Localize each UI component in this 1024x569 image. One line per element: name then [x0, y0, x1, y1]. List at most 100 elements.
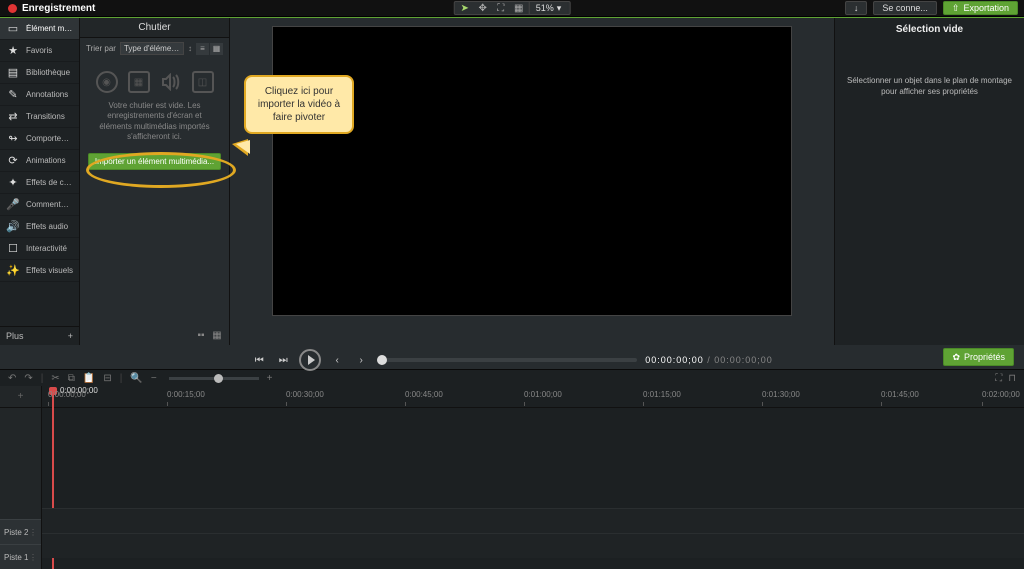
sidebar-item-label: Animations	[26, 156, 66, 165]
top-toolbar: Enregistrement ➤ ✥ ⛶ ▦ 51% ▾ ↓ Se conne.…	[0, 0, 1024, 17]
audio-type-icon	[160, 71, 182, 93]
track-header[interactable]: Piste 2⋮	[0, 519, 41, 544]
timeline-ruler[interactable]: 0:00:00;00 0:00:00;00 0:00:15;00 0:00:30…	[42, 386, 1024, 408]
sidebar-item-label: Élément multim...	[26, 24, 73, 33]
add-button[interactable]: +	[68, 331, 73, 341]
sort-direction-icon[interactable]: ↕	[188, 44, 192, 53]
plus-icon[interactable]: +	[267, 373, 273, 384]
step-forward-button[interactable]: ›	[353, 352, 369, 368]
video-type-icon: ▦	[128, 71, 150, 93]
track-label: Piste 2	[4, 528, 28, 537]
media-bin-footer: ▪▪ ▦	[80, 325, 229, 345]
sidebar-item-audio-effects[interactable]: 🔊Effets audio	[0, 216, 79, 238]
undo-icon[interactable]: ↶	[8, 373, 16, 384]
prev-frame-button[interactable]: ⏮	[251, 352, 267, 368]
track-label: Piste 1	[4, 553, 28, 562]
download-button[interactable]: ↓	[845, 1, 868, 15]
sidebar-item-visual-effects[interactable]: ✨Effets visuels	[0, 260, 79, 282]
media-bin-title: Chutier	[80, 18, 229, 38]
resize-icon[interactable]: ⛶	[995, 373, 1002, 384]
crop-tool-icon[interactable]: ⛶	[493, 2, 509, 14]
track-row[interactable]	[42, 508, 1024, 533]
tracks-container	[42, 408, 1024, 558]
sidebar-item-label: Favoris	[26, 46, 52, 55]
sidebar-item-annotations[interactable]: ✎Annotations	[0, 84, 79, 106]
sidebar-item-label: Effets visuels	[26, 266, 73, 275]
minus-icon[interactable]: −	[151, 373, 157, 384]
canvas-scrubber[interactable]	[377, 358, 637, 362]
thumbnail-size-icon[interactable]: ▦	[211, 329, 223, 341]
pan-tool-icon[interactable]: ▦	[511, 2, 527, 14]
timeline-panel: ↶ ↷ | ✂ ⧉ 📋 ⊟ | 🔍 − + ⛶ ⊓ + Piste 2⋮ Pis…	[0, 369, 1024, 569]
download-icon: ↓	[854, 3, 859, 13]
track-options-icon[interactable]: ⋮	[29, 528, 37, 537]
sidebar-item-behaviors[interactable]: ↬ Comportements	[0, 128, 79, 150]
behavior-icon: ↬	[6, 133, 20, 145]
sidebar-item-label: Effets audio	[26, 222, 68, 231]
hand-tool-icon[interactable]: ✥	[475, 2, 491, 14]
more-label[interactable]: Plus	[6, 331, 24, 341]
sidebar-item-label: Transitions	[26, 112, 65, 121]
sidebar-item-favorites[interactable]: ★Favoris	[0, 40, 79, 62]
top-right-controls: ↓ Se conne... ⇧ Exportation	[845, 1, 1024, 15]
sidebar-item-animations[interactable]: ⟳ Animations	[0, 150, 79, 172]
thumbnail-size-icon[interactable]: ▪▪	[195, 329, 207, 341]
ruler-tick: 0:01:45;00	[881, 390, 919, 399]
zoom-select[interactable]: 51% ▾	[529, 2, 568, 14]
sidebar-item-interactivity[interactable]: ☐Interactivité	[0, 238, 79, 260]
record-button[interactable]: Enregistrement	[0, 3, 103, 14]
copy-icon[interactable]: ⧉	[68, 373, 75, 384]
timeline-zoom-slider[interactable]	[169, 377, 259, 380]
properties-title: Sélection vide	[896, 24, 963, 35]
add-track-button[interactable]: +	[0, 386, 41, 408]
empty-track-space	[42, 408, 1024, 508]
play-button[interactable]	[299, 349, 321, 371]
left-sidebar: ▭ Élément multim... ★Favoris ▤Bibliothèqu…	[0, 18, 80, 345]
timeline-tracks-area[interactable]: 0:00:00;00 0:00:00;00 0:00:15;00 0:00:30…	[42, 386, 1024, 569]
ruler-tick: 0:00:00;00	[48, 390, 86, 399]
zoom-out-icon[interactable]: 🔍	[130, 373, 142, 384]
next-frame-button[interactable]: ⏭	[275, 352, 291, 368]
preview-canvas[interactable]	[272, 26, 792, 316]
properties-panel: Sélection vide Sélectionner un objet dan…	[834, 18, 1024, 345]
export-button[interactable]: ⇧ Exportation	[943, 1, 1018, 15]
step-back-button[interactable]: ‹	[329, 352, 345, 368]
redo-icon[interactable]: ↷	[24, 373, 32, 384]
cut-icon[interactable]: ✂	[51, 373, 59, 384]
sidebar-item-media[interactable]: ▭ Élément multim...	[0, 18, 79, 40]
cursor-tool-icon[interactable]: ➤	[457, 2, 473, 14]
properties-message: Sélectionner un objet dans le plan de mo…	[841, 75, 1018, 97]
image-type-icon: ◫	[192, 71, 214, 93]
track-row[interactable]	[42, 533, 1024, 558]
ruler-tick: 0:00:15;00	[167, 390, 205, 399]
list-view-icon: ≡	[196, 43, 209, 55]
sort-select[interactable]: Type d'élément mult...	[120, 42, 184, 55]
sidebar-item-library[interactable]: ▤Bibliothèque	[0, 62, 79, 84]
canvas-tools: ➤ ✥ ⛶ ▦ 51% ▾	[454, 1, 571, 15]
track-header[interactable]: Piste 1⋮	[0, 544, 41, 569]
paste-icon[interactable]: 📋	[83, 373, 95, 384]
transition-icon: ⇄	[6, 111, 20, 123]
view-toggle[interactable]: ≡▦	[196, 43, 223, 55]
track-options-icon[interactable]: ⋮	[29, 553, 37, 562]
magnet-icon[interactable]: ⊓	[1008, 373, 1016, 384]
timeline-body: + Piste 2⋮ Piste 1⋮ 0:00:00;00 0:00:00;0…	[0, 386, 1024, 569]
media-icon: ▭	[6, 23, 20, 35]
main-area: ▭ Élément multim... ★Favoris ▤Bibliothèqu…	[0, 18, 1024, 345]
sidebar-item-label: Effets de curseur	[26, 178, 73, 187]
sidebar-item-label: Commentaires...	[26, 200, 73, 209]
split-icon[interactable]: ⊟	[103, 373, 111, 384]
signin-button[interactable]: Se conne...	[873, 1, 937, 15]
microphone-icon: 🎤	[6, 199, 20, 211]
media-bin-panel: Chutier Trier par Type d'élément mult...…	[80, 18, 230, 345]
tutorial-callout: Cliquez ici pour importer la vidéo à fai…	[244, 75, 354, 134]
animation-icon: ⟳	[6, 155, 20, 167]
sidebar-item-label: Interactivité	[26, 244, 67, 253]
upload-icon: ⇧	[952, 3, 960, 14]
sidebar-item-cursor-effects[interactable]: ✦Effets de curseur	[0, 172, 79, 194]
properties-button[interactable]: ✿ Propriétés	[943, 348, 1014, 366]
import-media-button[interactable]: Importer un élément multimédia...	[88, 153, 221, 170]
sidebar-item-label: Comportements	[26, 134, 73, 143]
sidebar-item-transitions[interactable]: ⇄ Transitions	[0, 106, 79, 128]
sidebar-item-voice[interactable]: 🎤 Commentaires...	[0, 194, 79, 216]
